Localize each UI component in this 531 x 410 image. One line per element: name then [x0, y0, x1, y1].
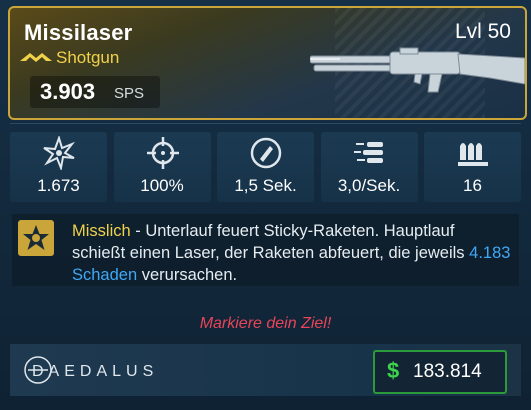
perk-description: Misslich - Unterlauf feuert Sticky-Raket…	[12, 214, 519, 286]
rarity-wings-icon	[20, 53, 52, 62]
dps-unit: SPS	[114, 85, 145, 102]
magazine-icon	[458, 143, 488, 166]
perk-star-badge-icon	[18, 220, 54, 256]
burst-icon	[43, 136, 76, 170]
perk-text-part-1: - Unterlauf feuert Sticky-Raketen. Haupt…	[72, 222, 470, 262]
rarity-row: Shotgun	[20, 48, 119, 68]
stat-damage-value: 1.673	[37, 176, 80, 195]
stat-fire-rate-value: 3,0/Sek.	[337, 176, 401, 195]
dollar-icon: $	[387, 358, 400, 383]
manufacturer-logo: DAEDALUS	[24, 356, 158, 384]
weapon-type: Shotgun	[56, 48, 120, 67]
stat-accuracy: 100%	[113, 132, 211, 202]
item-name: Missilaser	[24, 20, 133, 45]
stat-accuracy-value: 100%	[140, 176, 184, 195]
stat-magazine: 16	[424, 132, 521, 202]
fire-rate-icon	[353, 142, 383, 163]
shotgun-weapon-icon	[310, 47, 525, 93]
stat-reload: 1,5 Sek.	[217, 132, 314, 202]
reload-icon	[250, 137, 282, 169]
flavor-text: Markiere dein Ziel!	[199, 315, 332, 332]
manufacturer-name: DAEDALUS	[32, 363, 158, 380]
header-divider	[10, 123, 521, 124]
stat-damage: 1.673	[10, 132, 107, 202]
item-header: Missilaser Lvl 50 Shotgun 3.903 SPS	[8, 6, 527, 120]
perk-name: Misslich	[72, 222, 131, 240]
stat-fire-rate: 3,0/Sek.	[320, 132, 418, 202]
stat-magazine-value: 16	[463, 176, 482, 195]
dps-value: 3.903	[40, 79, 96, 104]
perk-text-part-2: verursachen.	[137, 266, 238, 284]
crosshair-icon	[146, 137, 179, 169]
perk-text: Misslich - Unterlauf feuert Sticky-Raket…	[72, 220, 512, 286]
price-value: 183.814	[413, 361, 482, 382]
item-card: Missilaser Lvl 50 Shotgun 3.903 SPS 1.67…	[0, 0, 531, 410]
stat-reload-value: 1,5 Sek.	[234, 176, 297, 195]
stats-row: 1.673 100% 1,5 Sek. 3,0/Sek. 16	[10, 132, 521, 202]
dps-box: 3.903 SPS	[30, 76, 160, 108]
footer-bar: DAEDALUS $ 183.814	[10, 344, 521, 396]
price-box: $ 183.814	[373, 350, 507, 394]
